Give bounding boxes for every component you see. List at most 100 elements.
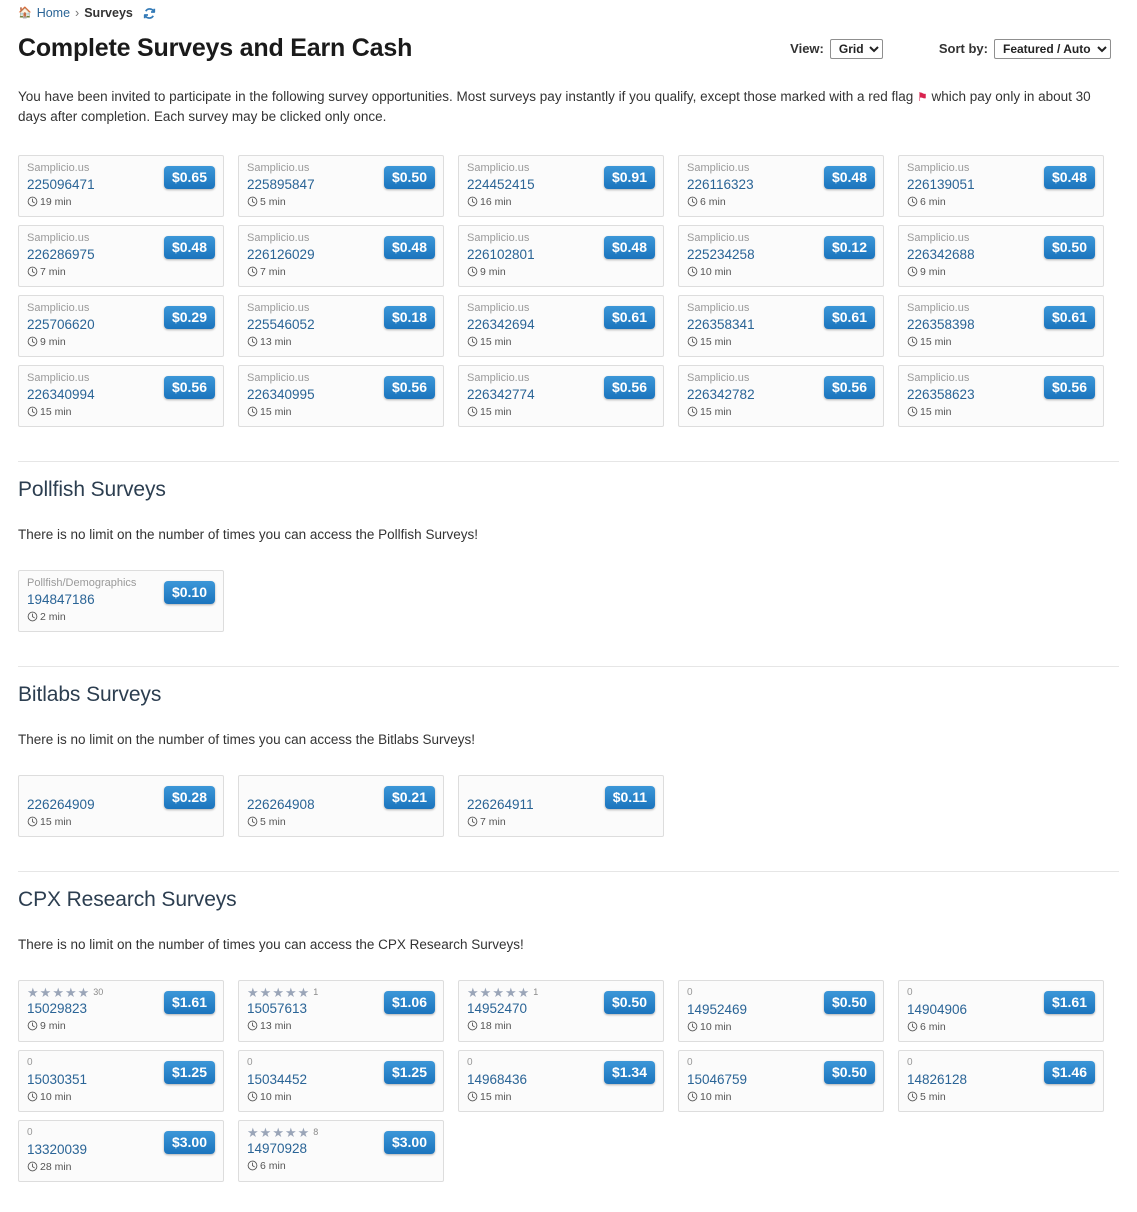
survey-card[interactable]: Samplicio.us 226342688 9 min $0.50: [898, 224, 1104, 287]
price-badge[interactable]: $0.10: [163, 580, 215, 604]
survey-card[interactable]: ★ ★ ★ ★ ★ 8 14970928 6 min $3.00: [238, 1119, 444, 1182]
price-badge[interactable]: $0.11: [604, 785, 655, 809]
red-flag-icon: ⚑: [917, 89, 928, 104]
survey-card[interactable]: 0 15034452 10 min $1.25: [238, 1049, 444, 1112]
survey-card[interactable]: ★ ★ ★ ★ ★ 1 15057613 13 min $1.06: [238, 979, 444, 1042]
survey-card[interactable]: Samplicio.us 226116323 6 min $0.48: [678, 154, 884, 217]
survey-card[interactable]: Samplicio.us 225096471 19 min $0.65: [18, 154, 224, 217]
card-duration: 7 min: [467, 816, 655, 828]
card-duration: 6 min: [907, 196, 1095, 208]
clock-icon: [467, 1020, 478, 1031]
survey-card[interactable]: 0 13320039 28 min $3.00: [18, 1119, 224, 1182]
star-icon: ★: [297, 1124, 310, 1140]
survey-card[interactable]: Samplicio.us 226342782 15 min $0.56: [678, 364, 884, 427]
refresh-icon[interactable]: [143, 7, 156, 20]
survey-card[interactable]: ★ ★ ★ ★ ★ 1 14952470 18 min $0.50: [458, 979, 664, 1042]
survey-card[interactable]: Samplicio.us 226102801 9 min $0.48: [458, 224, 664, 287]
price-badge[interactable]: $0.50: [823, 1060, 875, 1084]
survey-card[interactable]: 0 15030351 10 min $1.25: [18, 1049, 224, 1112]
survey-card[interactable]: Samplicio.us 225706620 9 min $0.29: [18, 294, 224, 357]
price-badge[interactable]: $1.61: [163, 990, 215, 1014]
price-badge[interactable]: $0.56: [603, 375, 655, 399]
card-duration: 10 min: [687, 1021, 875, 1033]
survey-card[interactable]: Samplicio.us 226139051 6 min $0.48: [898, 154, 1104, 217]
survey-card[interactable]: Samplicio.us 226358341 15 min $0.61: [678, 294, 884, 357]
clock-icon: [907, 196, 918, 207]
price-badge[interactable]: $0.65: [163, 165, 215, 189]
price-badge[interactable]: $0.91: [603, 165, 655, 189]
survey-card[interactable]: Samplicio.us 225234258 10 min $0.12: [678, 224, 884, 287]
view-select[interactable]: Grid: [829, 38, 883, 59]
survey-card[interactable]: Samplicio.us 226342694 15 min $0.61: [458, 294, 664, 357]
price-badge[interactable]: $0.18: [383, 305, 435, 329]
price-badge[interactable]: $0.48: [1043, 165, 1095, 189]
rating-count: 1: [313, 986, 319, 997]
price-badge[interactable]: $0.48: [383, 235, 435, 259]
card-duration-label: 10 min: [700, 1090, 732, 1103]
price-badge[interactable]: $0.28: [163, 785, 215, 809]
survey-card[interactable]: 226264908 5 min $0.21: [238, 774, 444, 837]
price-badge[interactable]: $0.56: [823, 375, 875, 399]
survey-card[interactable]: Samplicio.us 226126029 7 min $0.48: [238, 224, 444, 287]
survey-card[interactable]: Samplicio.us 225546052 13 min $0.18: [238, 294, 444, 357]
survey-card[interactable]: Samplicio.us 224452415 16 min $0.91: [458, 154, 664, 217]
price-badge[interactable]: $0.50: [1043, 235, 1095, 259]
price-badge[interactable]: $0.61: [603, 305, 655, 329]
survey-card[interactable]: 0 14952469 10 min $0.50: [678, 979, 884, 1042]
section-card-grid: 226264909 15 min $0.28 226264908 5 min $0.21 2…: [0, 761, 1137, 837]
clock-icon: [27, 406, 38, 417]
price-badge[interactable]: $0.50: [603, 990, 655, 1014]
survey-card[interactable]: Samplicio.us 226340995 15 min $0.56: [238, 364, 444, 427]
sort-select[interactable]: Featured / Auto: [994, 38, 1111, 59]
price-badge[interactable]: $1.61: [1043, 990, 1095, 1014]
clock-icon: [27, 196, 38, 207]
price-badge[interactable]: $0.56: [383, 375, 435, 399]
survey-card[interactable]: Samplicio.us 226286975 7 min $0.48: [18, 224, 224, 287]
card-duration: 6 min: [687, 196, 875, 208]
card-duration: 15 min: [687, 406, 875, 418]
card-duration-label: 15 min: [40, 815, 72, 828]
price-badge[interactable]: $0.61: [823, 305, 875, 329]
price-badge[interactable]: $0.56: [163, 375, 215, 399]
price-badge[interactable]: $1.06: [383, 990, 435, 1014]
price-badge[interactable]: $1.25: [163, 1060, 215, 1084]
survey-card[interactable]: 0 14904906 6 min $1.61: [898, 979, 1104, 1042]
price-badge[interactable]: $0.48: [163, 235, 215, 259]
price-badge[interactable]: $0.50: [383, 165, 435, 189]
price-badge[interactable]: $1.46: [1043, 1060, 1095, 1084]
clock-icon: [467, 196, 478, 207]
price-badge[interactable]: $0.29: [163, 305, 215, 329]
price-badge[interactable]: $3.00: [163, 1130, 215, 1154]
survey-card[interactable]: 0 15046759 10 min $0.50: [678, 1049, 884, 1112]
price-badge[interactable]: $3.00: [383, 1130, 435, 1154]
price-badge[interactable]: $0.48: [823, 165, 875, 189]
survey-card[interactable]: Samplicio.us 226340994 15 min $0.56: [18, 364, 224, 427]
price-badge[interactable]: $0.12: [823, 235, 875, 259]
survey-card[interactable]: Samplicio.us 226358623 15 min $0.56: [898, 364, 1104, 427]
price-badge[interactable]: $0.61: [1043, 305, 1095, 329]
price-badge[interactable]: $1.25: [383, 1060, 435, 1084]
price-badge[interactable]: $0.21: [383, 785, 435, 809]
star-icon: ★: [492, 984, 504, 1000]
card-duration-label: 15 min: [40, 405, 72, 418]
section-title: Bitlabs Surveys: [18, 682, 162, 706]
survey-card[interactable]: Samplicio.us 226358398 15 min $0.61: [898, 294, 1104, 357]
survey-card[interactable]: 0 14968436 15 min $1.34: [458, 1049, 664, 1112]
survey-card[interactable]: 226264909 15 min $0.28: [18, 774, 224, 837]
survey-card[interactable]: Pollfish/Demographics 194847186 2 min $0.10: [18, 569, 224, 632]
card-duration-label: 10 min: [700, 1020, 732, 1033]
survey-card[interactable]: Samplicio.us 226342774 15 min $0.56: [458, 364, 664, 427]
price-badge[interactable]: $1.34: [603, 1060, 655, 1084]
clock-icon: [907, 1091, 918, 1102]
survey-card[interactable]: 226264911 7 min $0.11: [458, 774, 664, 837]
home-icon: 🏠: [18, 6, 32, 19]
price-badge[interactable]: $0.48: [603, 235, 655, 259]
survey-card[interactable]: 0 14826128 5 min $1.46: [898, 1049, 1104, 1112]
survey-card[interactable]: ★ ★ ★ ★ ★ 30 15029823 9 min $1.61: [18, 979, 224, 1042]
rating-count: 30: [93, 986, 104, 997]
price-badge[interactable]: $0.56: [1043, 375, 1095, 399]
survey-card[interactable]: Samplicio.us 225895847 5 min $0.50: [238, 154, 444, 217]
clock-icon: [27, 1091, 38, 1102]
breadcrumb-home-link[interactable]: Home: [37, 6, 70, 20]
price-badge[interactable]: $0.50: [823, 990, 875, 1014]
